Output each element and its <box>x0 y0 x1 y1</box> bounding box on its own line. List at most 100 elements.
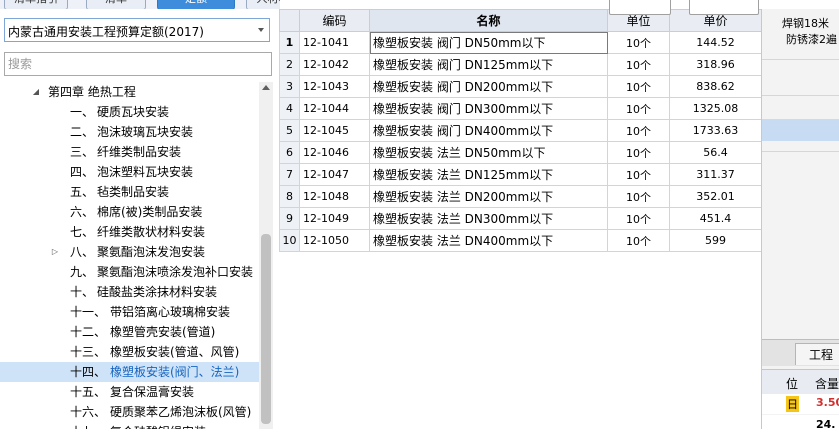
name-cell[interactable]: 橡塑板安装 阀门 DN125mm以下 <box>369 53 608 76</box>
price-cell[interactable]: 451.4 <box>669 207 762 230</box>
table-row[interactable]: 7 12-1047 橡塑板安装 法兰 DN125mm以下 10个 311.37 <box>279 163 762 186</box>
code-cell[interactable]: 12-1050 <box>299 229 370 252</box>
unit-cell[interactable]: 10个 <box>607 75 670 98</box>
price-cell[interactable]: 352.01 <box>669 185 762 208</box>
unit-cell[interactable]: 10个 <box>607 185 670 208</box>
name-cell[interactable]: 橡塑板安装 法兰 DN50mm以下 <box>369 141 608 164</box>
table-row[interactable]: 4 12-1044 橡塑板安装 阀门 DN300mm以下 10个 1325.08 <box>279 97 762 120</box>
scroll-up-arrow-icon[interactable] <box>262 85 270 90</box>
price-cell[interactable]: 318.96 <box>669 53 762 76</box>
collapse-triangle-icon[interactable]: ◢ <box>31 82 41 102</box>
code-cell[interactable]: 12-1041 <box>299 31 370 54</box>
price-cell[interactable]: 838.62 <box>669 75 762 98</box>
unit-cell[interactable]: 10个 <box>607 141 670 164</box>
code-cell[interactable]: 12-1049 <box>299 207 370 230</box>
unit-cell[interactable]: 10个 <box>607 97 670 120</box>
tree-scrollbar[interactable] <box>259 82 273 429</box>
unit-cell[interactable]: 10个 <box>607 163 670 186</box>
tree-item[interactable]: 九、 聚氨酯泡沫喷涂发泡补口安装 <box>0 262 259 282</box>
name-cell[interactable]: 橡塑板安装 阀门 DN50mm以下 <box>369 31 608 54</box>
code-cell[interactable]: 12-1044 <box>299 97 370 120</box>
code-cell[interactable]: 12-1043 <box>299 75 370 98</box>
table-row[interactable]: 6 12-1046 橡塑板安装 法兰 DN50mm以下 10个 56.4 <box>279 141 762 164</box>
unit-cell[interactable]: 10个 <box>607 119 670 142</box>
tree-item[interactable]: ▷ 八、 聚氨酯泡沫发泡安装 <box>0 242 259 262</box>
row-number[interactable]: 8 <box>279 185 300 208</box>
code-cell[interactable]: 12-1046 <box>299 141 370 164</box>
row-number[interactable]: 4 <box>279 97 300 120</box>
tree-item[interactable]: 十四、 橡塑板安装(阀门、法兰) <box>0 362 259 382</box>
price-cell[interactable]: 1325.08 <box>669 97 762 120</box>
tree-item-label: 聚氨酯泡沫发泡安装 <box>97 245 206 259</box>
name-cell[interactable]: 橡塑板安装 法兰 DN300mm以下 <box>369 207 608 230</box>
table-row[interactable]: 3 12-1043 橡塑板安装 阀门 DN200mm以下 10个 838.62 <box>279 75 762 98</box>
tree-chapter[interactable]: ◢ 第四章 绝热工程 <box>0 82 259 102</box>
row-number[interactable]: 7 <box>279 163 300 186</box>
name-cell[interactable]: 橡塑板安装 阀门 DN300mm以下 <box>369 97 608 120</box>
code-cell[interactable]: 12-1047 <box>299 163 370 186</box>
tree-item[interactable]: 二、 泡沫玻璃瓦块安装 <box>0 122 259 142</box>
tree-item[interactable]: 六、 棉席(被)类制品安装 <box>0 202 259 222</box>
name-cell[interactable]: 橡塑板安装 阀门 DN400mm以下 <box>369 119 608 142</box>
tree-item[interactable]: 十三、 橡塑板安装(管道、风管) <box>0 342 259 362</box>
search-box[interactable] <box>4 52 272 76</box>
selected-row-band[interactable] <box>762 119 839 141</box>
tree-item[interactable]: 十五、 复合保温膏安装 <box>0 382 259 402</box>
price-cell[interactable]: 311.37 <box>669 163 762 186</box>
tab-quota[interactable]: 定额 <box>157 0 235 9</box>
unit-cell[interactable]: 10个 <box>607 31 670 54</box>
detail-row[interactable]: 日 3.50 <box>762 394 839 414</box>
table-row[interactable]: 8 12-1048 橡塑板安装 法兰 DN200mm以下 10个 352.01 <box>279 185 762 208</box>
row-number[interactable]: 3 <box>279 75 300 98</box>
tree-item[interactable]: 一、 硬质瓦块安装 <box>0 102 259 122</box>
name-cell[interactable]: 橡塑板安装 法兰 DN200mm以下 <box>369 185 608 208</box>
tree-item[interactable]: 七、 纤维类散状材料安装 <box>0 222 259 242</box>
code-column-header[interactable]: 编码 <box>299 9 370 32</box>
row-number[interactable]: 9 <box>279 207 300 230</box>
expand-triangle-icon[interactable]: ▷ <box>50 242 60 262</box>
name-cell[interactable]: 橡塑板安装 法兰 DN400mm以下 <box>369 229 608 252</box>
table-row[interactable]: 2 12-1042 橡塑板安装 阀门 DN125mm以下 10个 318.96 <box>279 53 762 76</box>
code-cell[interactable]: 12-1048 <box>299 185 370 208</box>
row-number[interactable]: 6 <box>279 141 300 164</box>
tree-item[interactable]: 十、 硅酸盐类涂抹材料安装 <box>0 282 259 302</box>
row-number[interactable]: 2 <box>279 53 300 76</box>
unit-cell[interactable]: 10个 <box>607 53 670 76</box>
detail-row[interactable]: 24. <box>762 415 839 435</box>
price-cell[interactable]: 599 <box>669 229 762 252</box>
tab-labor-material-machine[interactable]: 人材机 <box>246 0 280 9</box>
grid-top-button[interactable] <box>609 0 671 15</box>
tab-quantity[interactable]: 工程量 <box>795 343 839 384</box>
row-number[interactable]: 5 <box>279 119 300 142</box>
quota-library-dropdown[interactable]: 内蒙古通用安装工程预算定额(2017) <box>4 18 270 42</box>
tree-item[interactable]: 十六、 硬质聚苯乙烯泡沫板(风管) <box>0 402 259 422</box>
price-cell[interactable]: 144.52 <box>669 31 762 54</box>
name-column-header[interactable]: 名称 <box>369 9 608 32</box>
table-row[interactable]: 9 12-1049 橡塑板安装 法兰 DN300mm以下 10个 451.4 <box>279 207 762 230</box>
tab-list[interactable]: 清单 <box>86 0 146 9</box>
name-cell[interactable]: 橡塑板安装 阀门 DN200mm以下 <box>369 75 608 98</box>
scroll-thumb[interactable] <box>261 234 271 424</box>
name-cell[interactable]: 橡塑板安装 法兰 DN125mm以下 <box>369 163 608 186</box>
unit-cell[interactable]: 10个 <box>607 207 670 230</box>
unit-cell[interactable]: 10个 <box>607 229 670 252</box>
table-row[interactable]: 5 12-1045 橡塑板安装 阀门 DN400mm以下 10个 1733.63 <box>279 119 762 142</box>
tree-item[interactable]: 十二、 橡塑管壳安装(管道) <box>0 322 259 342</box>
table-row[interactable]: 1 12-1041 橡塑板安装 阀门 DN50mm以下 10个 144.52 <box>279 31 762 54</box>
tree-item[interactable]: 十七、复合硅酸铝绳安装 <box>0 422 259 429</box>
price-cell[interactable]: 56.4 <box>669 141 762 164</box>
tree-item[interactable]: 五、 毡类制品安装 <box>0 182 259 202</box>
search-input[interactable] <box>8 54 258 74</box>
row-number[interactable]: 1 <box>279 31 300 54</box>
code-cell[interactable]: 12-1045 <box>299 119 370 142</box>
tab-list-guide[interactable]: 清单指引 <box>4 0 68 9</box>
tree-item[interactable]: 四、 泡沫塑料瓦块安装 <box>0 162 259 182</box>
table-row[interactable]: 10 12-1050 橡塑板安装 法兰 DN400mm以下 10个 599 <box>279 229 762 252</box>
tree-item[interactable]: 十一、 带铝箔离心玻璃棉安装 <box>0 302 259 322</box>
row-number[interactable]: 10 <box>279 229 300 252</box>
grid-top-button-2[interactable] <box>689 0 759 15</box>
dropdown-arrow-icon[interactable] <box>258 28 264 32</box>
code-cell[interactable]: 12-1042 <box>299 53 370 76</box>
tree-item[interactable]: 三、 纤维类制品安装 <box>0 142 259 162</box>
price-cell[interactable]: 1733.63 <box>669 119 762 142</box>
